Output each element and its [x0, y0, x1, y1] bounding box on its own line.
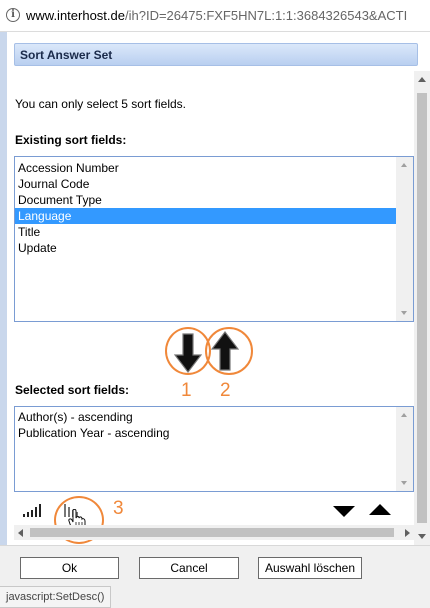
sort-limit-info: You can only select 5 sort fields. — [15, 97, 186, 111]
info-icon[interactable]: i — [6, 8, 20, 22]
triangle-down-icon[interactable] — [333, 505, 355, 518]
list-scroll-down-icon[interactable] — [401, 311, 407, 315]
url-host: www.interhost.de — [26, 8, 125, 23]
list-item[interactable]: Update — [15, 240, 397, 256]
url-text[interactable]: www.interhost.de/ih?ID=26475:FXF5HN7L:1:… — [26, 8, 426, 23]
list-item[interactable]: Author(s) - ascending — [15, 409, 397, 425]
selected-fields-label: Selected sort fields: — [15, 383, 130, 397]
annotation-number: 3 — [113, 498, 124, 519]
scroll-down-arrow-icon[interactable] — [418, 534, 426, 539]
list-item[interactable]: Journal Code — [15, 176, 397, 192]
dialog-title-bar: Sort Answer Set — [14, 43, 418, 66]
list-item[interactable]: Document Type — [15, 192, 397, 208]
status-bar: javascript:SetDesc() — [0, 586, 112, 608]
scroll-right-arrow-icon[interactable] — [405, 529, 410, 537]
list-item[interactable]: Publication Year - ascending — [15, 425, 397, 441]
list-scrollbar[interactable] — [396, 407, 413, 491]
scrollbar-thumb[interactable] — [417, 93, 427, 523]
clear-selection-button[interactable]: Auswahl löschen — [258, 557, 362, 579]
page-vertical-scrollbar[interactable] — [414, 71, 430, 545]
scroll-up-arrow-icon[interactable] — [418, 77, 426, 82]
list-item[interactable]: Accession Number — [15, 160, 397, 176]
triangle-up-icon[interactable] — [369, 503, 391, 516]
selected-fields-list[interactable]: Author(s) - ascending Publication Year -… — [14, 406, 414, 492]
annotation-number: 1 — [181, 380, 192, 401]
list-item[interactable]: Title — [15, 224, 397, 240]
list-item-selected[interactable]: Language — [15, 208, 397, 224]
annotation-number: 2 — [220, 380, 231, 401]
list-scroll-up-icon[interactable] — [401, 413, 407, 417]
list-scroll-up-icon[interactable] — [401, 163, 407, 167]
horizontal-scrollbar-thumb[interactable] — [30, 528, 394, 537]
list-scrollbar[interactable] — [396, 157, 413, 321]
horizontal-scrollbar[interactable] — [14, 525, 414, 540]
ascending-bars-icon[interactable] — [22, 503, 44, 518]
existing-fields-list[interactable]: Accession Number Journal Code Document T… — [14, 156, 414, 322]
dialog-title: Sort Answer Set — [20, 48, 113, 62]
existing-fields-label: Existing sort fields: — [15, 133, 127, 147]
cancel-button[interactable]: Cancel — [139, 557, 239, 579]
window-left-edge — [0, 32, 7, 580]
scroll-left-arrow-icon[interactable] — [18, 529, 23, 537]
ok-button[interactable]: Ok — [20, 557, 119, 579]
url-path: /ih?ID=26475:FXF5HN7L:1:1:3684326543&ACT… — [125, 8, 408, 23]
address-bar[interactable]: i www.interhost.de/ih?ID=26475:FXF5HN7L:… — [0, 0, 430, 32]
list-scroll-down-icon[interactable] — [401, 481, 407, 485]
annotation-circle — [205, 327, 253, 375]
